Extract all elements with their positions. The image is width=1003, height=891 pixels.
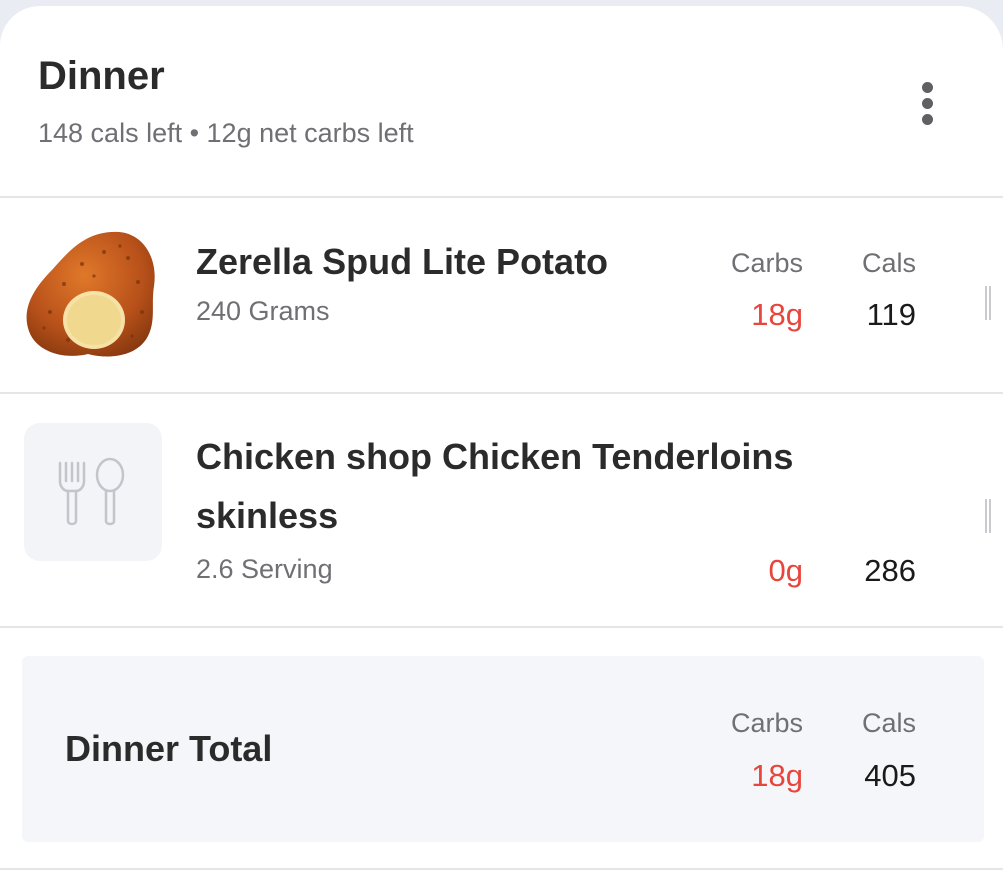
more-vertical-icon-dot	[922, 98, 933, 109]
meal-header: Dinner 148 cals left • 12g net carbs lef…	[0, 6, 1003, 198]
potato-icon	[24, 224, 160, 362]
total-carbs-label: Carbs	[730, 708, 803, 738]
total-cals-value: 405	[864, 758, 916, 793]
more-options-button[interactable]	[908, 76, 948, 132]
food-name-line1: Chicken shop Chicken Tenderloins	[196, 436, 794, 477]
food-carbs-value: 0g	[768, 553, 803, 588]
carbs-column-label: Carbs	[730, 248, 803, 278]
divider	[0, 868, 1003, 870]
food-cals-value: 286	[864, 553, 916, 588]
meal-total-panel: Dinner Total Carbs Cals 18g 405	[22, 656, 984, 842]
drag-handle-icon[interactable]	[984, 499, 992, 533]
food-name-line2: skinless	[196, 495, 339, 536]
total-carbs-value: 18g	[751, 758, 803, 793]
cals-column-label: Cals	[861, 248, 916, 278]
drag-handle-icon[interactable]	[984, 286, 992, 320]
meal-total-label: Dinner Total	[65, 728, 273, 769]
utensils-icon	[24, 423, 162, 561]
food-serving: 2.6 Serving	[196, 554, 333, 584]
more-vertical-icon	[922, 82, 933, 93]
divider	[0, 626, 1003, 628]
food-cals-value: 119	[866, 297, 916, 332]
food-serving: 240 Grams	[196, 296, 330, 326]
food-name: Zerella Spud Lite Potato	[196, 241, 609, 282]
food-row-chicken[interactable]: Chicken shop Chicken Tenderloins skinles…	[0, 394, 1003, 627]
food-carbs-value: 18g	[751, 297, 803, 332]
food-row-potato[interactable]: Zerella Spud Lite Potato 240 Grams Carbs…	[0, 198, 1003, 392]
more-vertical-icon-dot	[922, 114, 933, 125]
meal-subtitle: 148 cals left • 12g net carbs left	[38, 118, 414, 148]
total-cals-label: Cals	[861, 708, 916, 738]
meal-title: Dinner	[38, 54, 165, 98]
meal-card: Dinner 148 cals left • 12g net carbs lef…	[0, 6, 1003, 891]
